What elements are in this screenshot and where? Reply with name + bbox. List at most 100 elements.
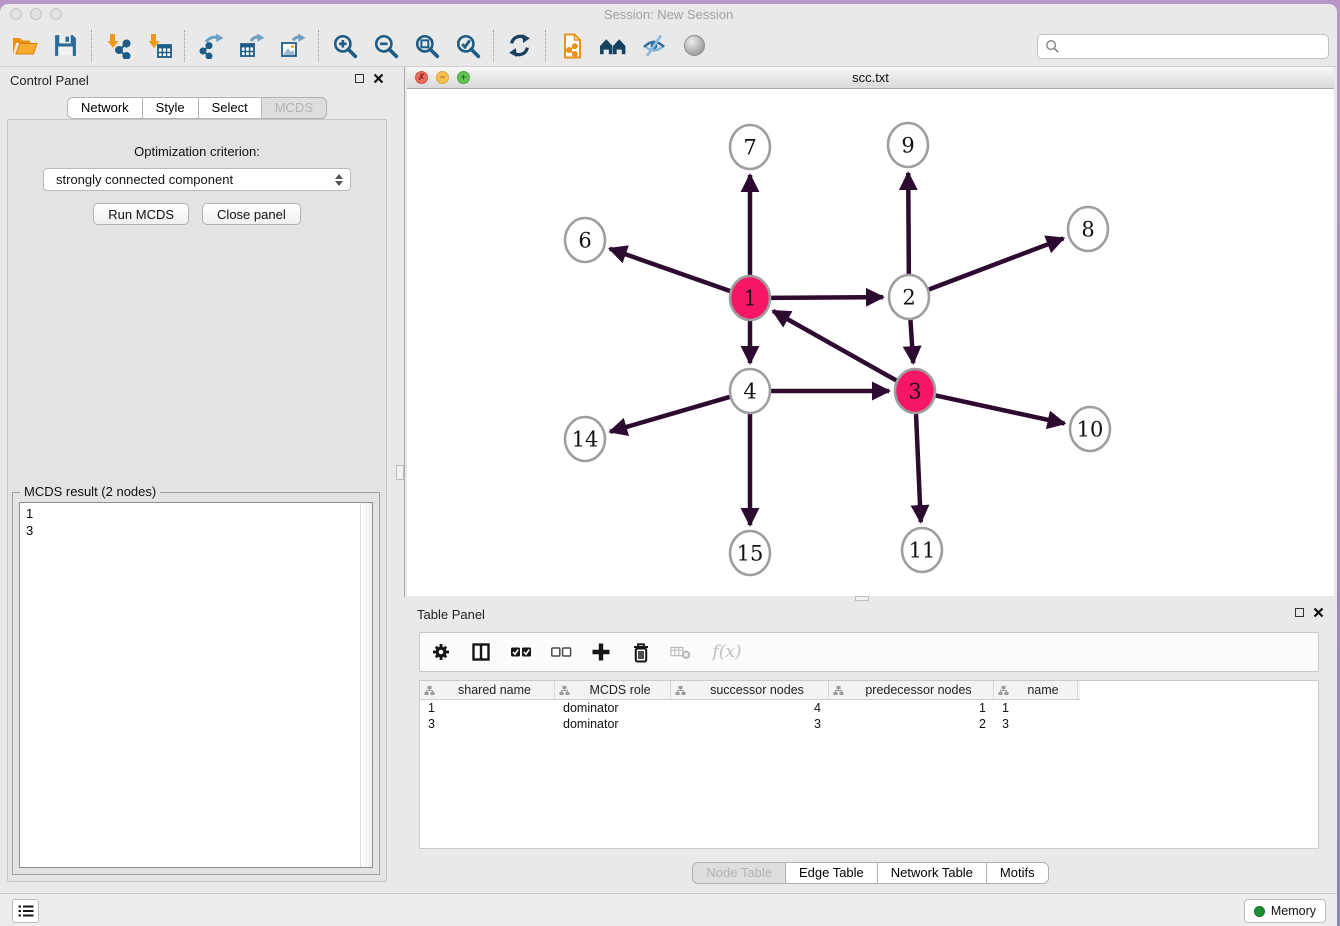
- table-settings-button[interactable]: [430, 641, 452, 663]
- close-panel-icon[interactable]: [373, 73, 384, 84]
- zoom-in-button[interactable]: [324, 28, 365, 64]
- tab-select[interactable]: Select: [199, 97, 262, 119]
- tab-network[interactable]: Network: [67, 97, 143, 119]
- graph-edge-3-10[interactable]: [936, 395, 1065, 423]
- network-view-window: ✗ − + scc.txt 7 9 6 8 1 2 4 3 14 10 15 11: [407, 67, 1334, 596]
- new-network-from-selection-button[interactable]: [551, 28, 592, 64]
- graphics-details-button[interactable]: [674, 28, 715, 64]
- column-header-successor-nodes[interactable]: successor nodes: [671, 681, 829, 699]
- tab-style[interactable]: Style: [143, 97, 199, 119]
- table-row[interactable]: 3dominator323: [420, 716, 1318, 732]
- graph-node-label: 8: [1081, 218, 1094, 242]
- graph-node-9[interactable]: 9: [888, 123, 928, 167]
- application-window: Session: New Session: [0, 4, 1337, 926]
- delete-column-button[interactable]: [630, 641, 652, 663]
- mcds-result-text[interactable]: 13: [19, 502, 373, 868]
- table-cell[interactable]: 1: [420, 700, 555, 716]
- column-header-label: MCDS role: [570, 683, 670, 697]
- first-neighbors-button[interactable]: [592, 28, 633, 64]
- table-cell[interactable]: dominator: [555, 716, 671, 732]
- graph-node-11[interactable]: 11: [902, 528, 942, 572]
- column-header-name[interactable]: name: [994, 681, 1078, 699]
- network-window-titlebar[interactable]: ✗ − + scc.txt: [407, 67, 1334, 89]
- export-table-button[interactable]: [231, 28, 272, 64]
- graph-edge-2-8[interactable]: [929, 238, 1064, 289]
- result-scrollbar[interactable]: [360, 503, 372, 867]
- select-all-columns-button[interactable]: [510, 641, 532, 663]
- graph-node-3[interactable]: 3: [895, 369, 935, 413]
- export-image-button[interactable]: [272, 28, 313, 64]
- graph-edge-1-2[interactable]: [771, 297, 883, 298]
- graph-node-7[interactable]: 7: [730, 125, 770, 169]
- graph-node-1[interactable]: 1: [730, 276, 770, 320]
- folder-open-icon: [12, 33, 38, 59]
- float-table-panel-icon[interactable]: [1295, 608, 1304, 617]
- import-table-button[interactable]: [138, 28, 179, 64]
- graph-edge-2-9[interactable]: [908, 173, 909, 274]
- hide-selected-button[interactable]: [633, 28, 674, 64]
- graph-edge-2-3[interactable]: [910, 320, 913, 363]
- save-session-button[interactable]: [45, 28, 86, 64]
- apply-function-button[interactable]: f(x): [710, 641, 744, 663]
- table-cell[interactable]: 3: [671, 716, 829, 732]
- graph-edge-4-14[interactable]: [610, 397, 730, 432]
- deselect-all-columns-button[interactable]: [550, 641, 572, 663]
- show-columns-button[interactable]: [470, 641, 492, 663]
- close-panel-button[interactable]: Close panel: [202, 203, 301, 225]
- vertical-splitter[interactable]: [394, 67, 407, 597]
- refresh-button[interactable]: [499, 28, 540, 64]
- tab-motifs[interactable]: Motifs: [987, 862, 1049, 884]
- network-title: scc.txt: [407, 70, 1334, 85]
- criterion-select[interactable]: strongly connected component: [43, 168, 351, 191]
- add-column-button[interactable]: [590, 641, 612, 663]
- graph-node-10[interactable]: 10: [1070, 407, 1110, 451]
- column-header-MCDS-role[interactable]: MCDS role: [555, 681, 671, 699]
- table-cell[interactable]: 1: [829, 700, 994, 716]
- close-table-panel-icon[interactable]: [1313, 607, 1324, 618]
- search-input[interactable]: [1060, 37, 1328, 57]
- memory-button[interactable]: Memory: [1244, 899, 1326, 923]
- import-network-button[interactable]: [97, 28, 138, 64]
- export-network-button[interactable]: [190, 28, 231, 64]
- zoom-selected-button[interactable]: [447, 28, 488, 64]
- task-history-button[interactable]: [12, 899, 39, 923]
- zoom-fit-button[interactable]: [406, 28, 447, 64]
- mcds-result-title: MCDS result (2 nodes): [20, 484, 160, 499]
- tab-network-table[interactable]: Network Table: [878, 862, 987, 884]
- tab-node-table[interactable]: Node Table: [692, 862, 786, 884]
- zoom-out-button[interactable]: [365, 28, 406, 64]
- graph-node-6[interactable]: 6: [565, 218, 605, 262]
- function-icon: f(x): [712, 642, 741, 662]
- float-panel-icon[interactable]: [355, 74, 364, 83]
- delete-table-button[interactable]: [670, 641, 692, 663]
- run-mcds-button[interactable]: Run MCDS: [93, 203, 189, 225]
- memory-status-icon: [1254, 906, 1265, 917]
- graph-node-8[interactable]: 8: [1068, 207, 1108, 251]
- graph-edge-3-11[interactable]: [916, 414, 921, 522]
- table-cell[interactable]: 4: [671, 700, 829, 716]
- graph-node-4[interactable]: 4: [730, 369, 770, 413]
- tab-mcds[interactable]: MCDS: [262, 97, 327, 119]
- column-header-predecessor-nodes[interactable]: predecessor nodes: [829, 681, 994, 699]
- zoom-fit-icon: [414, 33, 440, 59]
- table-cell[interactable]: 2: [829, 716, 994, 732]
- node-table[interactable]: shared name MCDS rolesuccessor nodesprede…: [419, 680, 1319, 849]
- table-row[interactable]: 1dominator411: [420, 700, 1318, 716]
- graph-node-15[interactable]: 15: [730, 531, 770, 575]
- table-cell[interactable]: 3: [994, 716, 1078, 732]
- tab-edge-table[interactable]: Edge Table: [786, 862, 878, 884]
- network-canvas[interactable]: 7 9 6 8 1 2 4 3 14 10 15 11: [407, 89, 1334, 594]
- search-box[interactable]: [1037, 34, 1329, 59]
- graph-node-2[interactable]: 2: [889, 275, 929, 319]
- table-cell[interactable]: dominator: [555, 700, 671, 716]
- table-cell[interactable]: 3: [420, 716, 555, 732]
- graph-edge-1-6[interactable]: [610, 249, 730, 291]
- graph-node-label: 11: [909, 539, 936, 563]
- table-cell[interactable]: 1: [994, 700, 1078, 716]
- graph-node-14[interactable]: 14: [565, 417, 605, 461]
- splitter-grip[interactable]: [396, 465, 404, 480]
- search-icon: [1045, 39, 1060, 54]
- open-session-button[interactable]: [4, 28, 45, 64]
- graph-edge-3-1[interactable]: [773, 311, 896, 380]
- column-header-shared-name[interactable]: shared name: [420, 681, 555, 699]
